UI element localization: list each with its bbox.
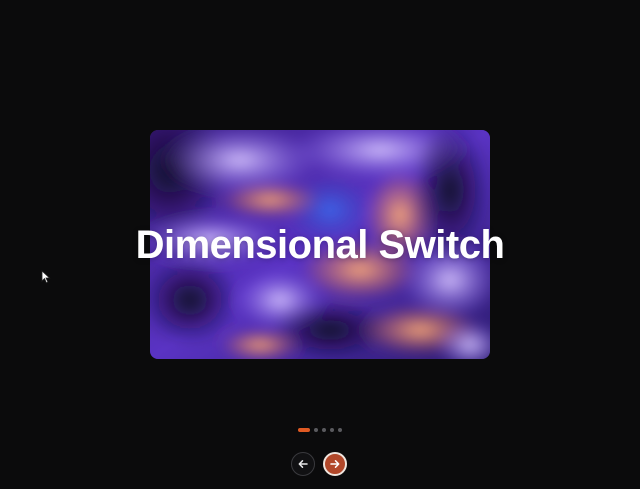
pagination-dots (0, 428, 640, 433)
arrow-left-icon (298, 460, 308, 468)
mouse-cursor-icon (41, 270, 51, 284)
pagination-dot[interactable] (314, 428, 318, 432)
next-slide-button[interactable] (323, 452, 347, 476)
pagination-dot[interactable] (298, 428, 310, 432)
pagination-dot[interactable] (338, 428, 342, 432)
pagination-dot[interactable] (322, 428, 326, 432)
carousel-stage: Dimensional Switch (0, 0, 640, 489)
previous-slide-button[interactable] (291, 452, 315, 476)
arrow-right-icon (330, 460, 340, 468)
pagination-dot[interactable] (330, 428, 334, 432)
slide-title: Dimensional Switch (135, 223, 505, 267)
